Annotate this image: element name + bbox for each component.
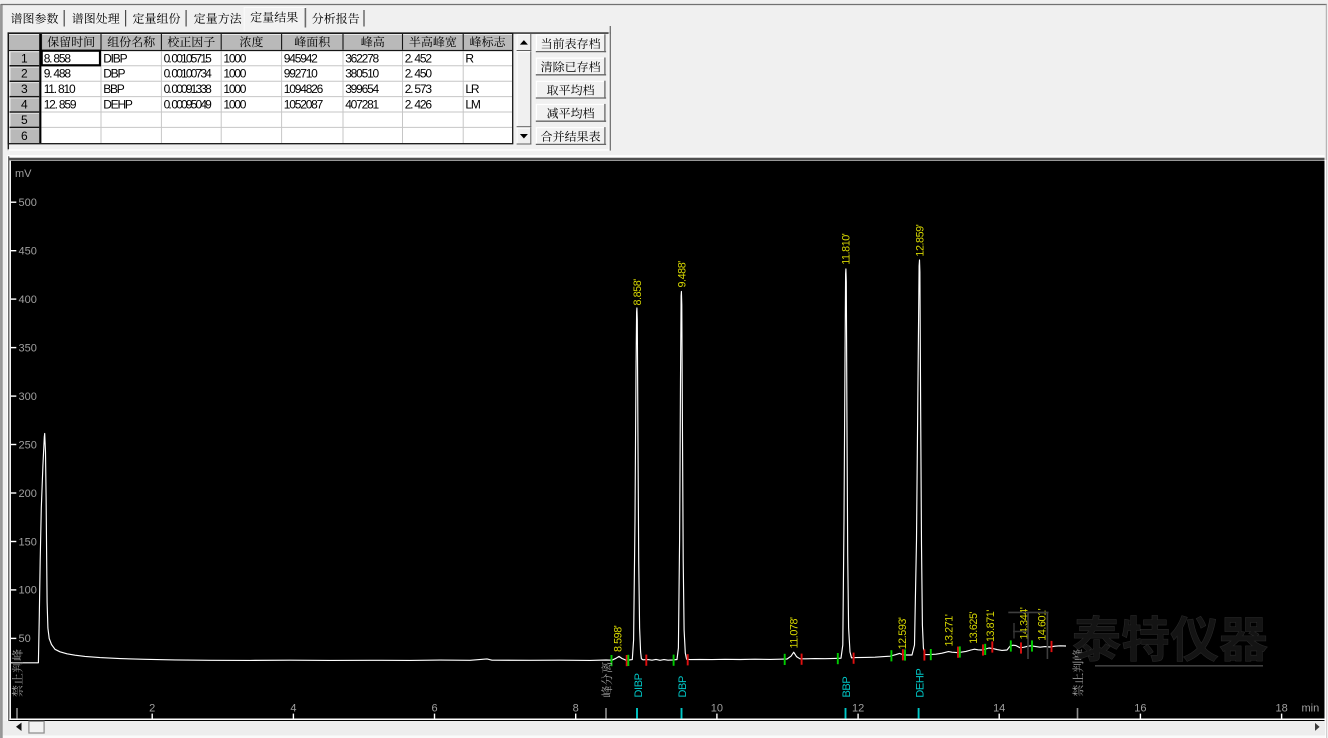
svg-text:6: 6 [431, 703, 437, 715]
svg-text:450: 450 [19, 246, 37, 258]
svg-text:LM: LM [465, 98, 480, 112]
svg-text:8: 8 [573, 703, 579, 715]
svg-text:1: 1 [21, 51, 28, 65]
svg-text:8.598': 8.598' [613, 625, 625, 652]
svg-text:250: 250 [19, 439, 37, 451]
svg-text:BBP: BBP [103, 82, 125, 96]
svg-text:DIBP: DIBP [633, 673, 645, 697]
svg-text:2: 2 [21, 67, 28, 81]
svg-text:9.488': 9.488' [677, 261, 689, 288]
svg-text:6: 6 [21, 129, 28, 143]
svg-text:mV: mV [15, 168, 32, 180]
svg-text:400: 400 [19, 294, 37, 306]
svg-text:10: 10 [711, 703, 723, 715]
svg-text:100: 100 [19, 585, 37, 597]
svg-text:500: 500 [19, 197, 37, 209]
svg-text:407281: 407281 [345, 98, 379, 112]
svg-text:1000: 1000 [223, 82, 246, 96]
svg-text:2. 450: 2. 450 [405, 67, 433, 81]
svg-text:DBP: DBP [677, 676, 689, 697]
svg-text:150: 150 [19, 536, 37, 548]
svg-text:8. 858: 8. 858 [44, 51, 72, 65]
svg-text:2. 426: 2. 426 [405, 98, 433, 112]
svg-text:DEHP: DEHP [103, 98, 133, 112]
svg-text:16: 16 [1134, 703, 1146, 715]
svg-text:0. 00105715: 0. 00105715 [164, 51, 213, 65]
svg-text:12.859': 12.859' [915, 224, 927, 256]
svg-text:2. 573: 2. 573 [405, 82, 433, 96]
svg-text:DIBP: DIBP [103, 51, 127, 65]
svg-text:12: 12 [852, 703, 864, 715]
svg-text:945942: 945942 [284, 51, 318, 65]
svg-text:0. 00095049: 0. 00095049 [164, 98, 213, 112]
svg-text:50: 50 [19, 633, 31, 645]
svg-text:350: 350 [19, 342, 37, 354]
svg-text:13.625': 13.625' [968, 611, 980, 643]
svg-text:DEHP: DEHP [914, 669, 926, 698]
svg-text:200: 200 [19, 488, 37, 500]
svg-text:2. 452: 2. 452 [405, 51, 433, 65]
svg-text:399654: 399654 [345, 82, 379, 96]
svg-text:8.858': 8.858' [632, 279, 644, 306]
svg-text:DBP: DBP [103, 67, 125, 81]
svg-text:BBP: BBP [841, 677, 853, 698]
svg-text:1000: 1000 [223, 67, 246, 81]
svg-text:3: 3 [21, 82, 28, 96]
svg-text:300: 300 [19, 391, 37, 403]
svg-text:1052087: 1052087 [284, 98, 324, 112]
svg-text:13.871': 13.871' [985, 610, 997, 642]
svg-text:18: 18 [1275, 703, 1287, 715]
svg-text:12. 859: 12. 859 [44, 98, 77, 112]
svg-text:2: 2 [149, 703, 155, 715]
svg-text:4: 4 [290, 703, 296, 715]
svg-text:min: min [1302, 703, 1320, 715]
svg-text:5: 5 [21, 113, 28, 127]
svg-text:4: 4 [21, 98, 28, 112]
svg-text:0. 00091338: 0. 00091338 [164, 82, 213, 96]
svg-text:12.593': 12.593' [897, 617, 909, 649]
svg-text:380510: 380510 [345, 67, 379, 81]
svg-text:362278: 362278 [345, 51, 379, 65]
svg-text:13.271': 13.271' [943, 614, 955, 646]
svg-text:14: 14 [993, 703, 1005, 715]
svg-text:992710: 992710 [284, 67, 318, 81]
svg-text:9. 488: 9. 488 [44, 67, 72, 81]
svg-text:1094826: 1094826 [284, 82, 324, 96]
svg-text:1000: 1000 [223, 98, 246, 112]
svg-text:11.810': 11.810' [841, 233, 853, 265]
svg-text:LR: LR [465, 82, 479, 96]
svg-text:11.078': 11.078' [789, 617, 801, 649]
svg-text:1000: 1000 [223, 51, 246, 65]
svg-text:11. 810: 11. 810 [44, 82, 76, 96]
svg-text:0. 00100734: 0. 00100734 [164, 67, 213, 81]
